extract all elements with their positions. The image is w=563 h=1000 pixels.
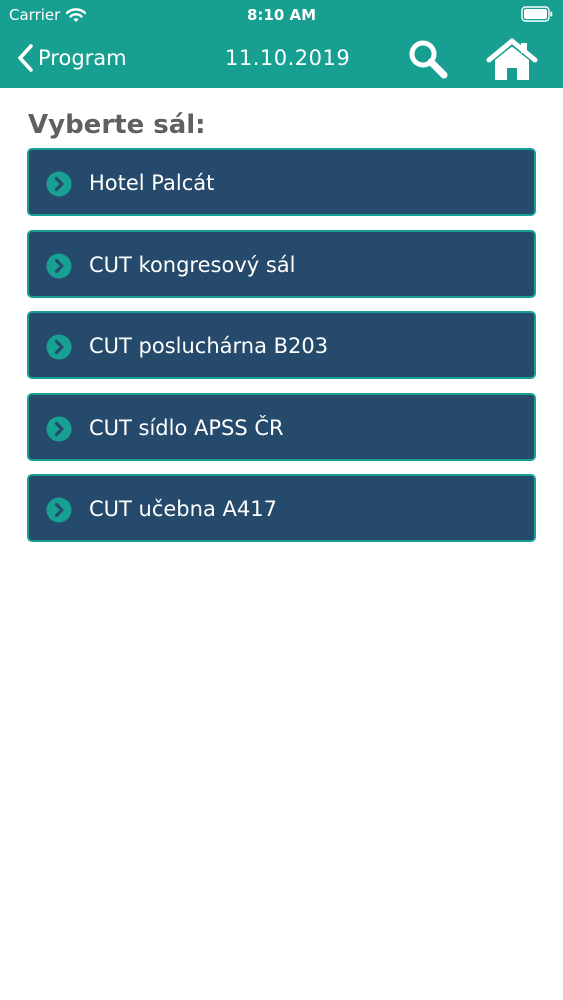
section-title: Vyberte sál: xyxy=(28,110,206,140)
navigation-bar: Program 11.10.2019 xyxy=(0,30,563,88)
hall-label: CUT učebna A417 xyxy=(89,497,277,521)
nav-date: 11.10.2019 xyxy=(225,46,351,70)
chevron-circle-right-icon xyxy=(46,416,72,441)
header-bar: Carrier 8:10 AM Program 11.10.2019 xyxy=(0,0,563,88)
hall-item-cut-kongresovy-sal[interactable]: CUT kongresový sál xyxy=(27,229,536,298)
status-bar: Carrier 8:10 AM xyxy=(0,0,563,30)
search-icon[interactable] xyxy=(406,38,450,80)
chevron-left-icon xyxy=(18,44,33,72)
hall-label: Hotel Palcát xyxy=(89,171,215,195)
hall-list: Hotel Palcát CUT kongresový sál CUT posl… xyxy=(27,148,536,556)
back-button[interactable]: Program xyxy=(16,42,127,74)
hall-label: CUT sídlo APSS ČR xyxy=(89,415,284,440)
hall-item-cut-sidlo-apss-cr[interactable]: CUT sídlo APSS ČR xyxy=(27,392,536,461)
chevron-circle-right-icon xyxy=(46,497,72,523)
back-label: Program xyxy=(38,46,127,70)
hall-label: CUT kongresový sál xyxy=(89,252,296,277)
battery-icon xyxy=(521,6,553,22)
chevron-circle-right-icon xyxy=(46,334,72,360)
chevron-circle-right-icon xyxy=(46,171,72,197)
hall-item-cut-poslucharna-b203[interactable]: CUT posluchárna B203 xyxy=(27,311,536,379)
home-icon[interactable] xyxy=(486,38,538,82)
hall-item-hotel-palcat[interactable]: Hotel Palcát xyxy=(27,148,536,216)
hall-item-cut-ucebna-a417[interactable]: CUT učebna A417 xyxy=(27,474,536,542)
chevron-circle-right-icon xyxy=(46,253,72,278)
hall-label: CUT posluchárna B203 xyxy=(89,334,329,358)
status-time: 8:10 AM xyxy=(246,6,317,24)
